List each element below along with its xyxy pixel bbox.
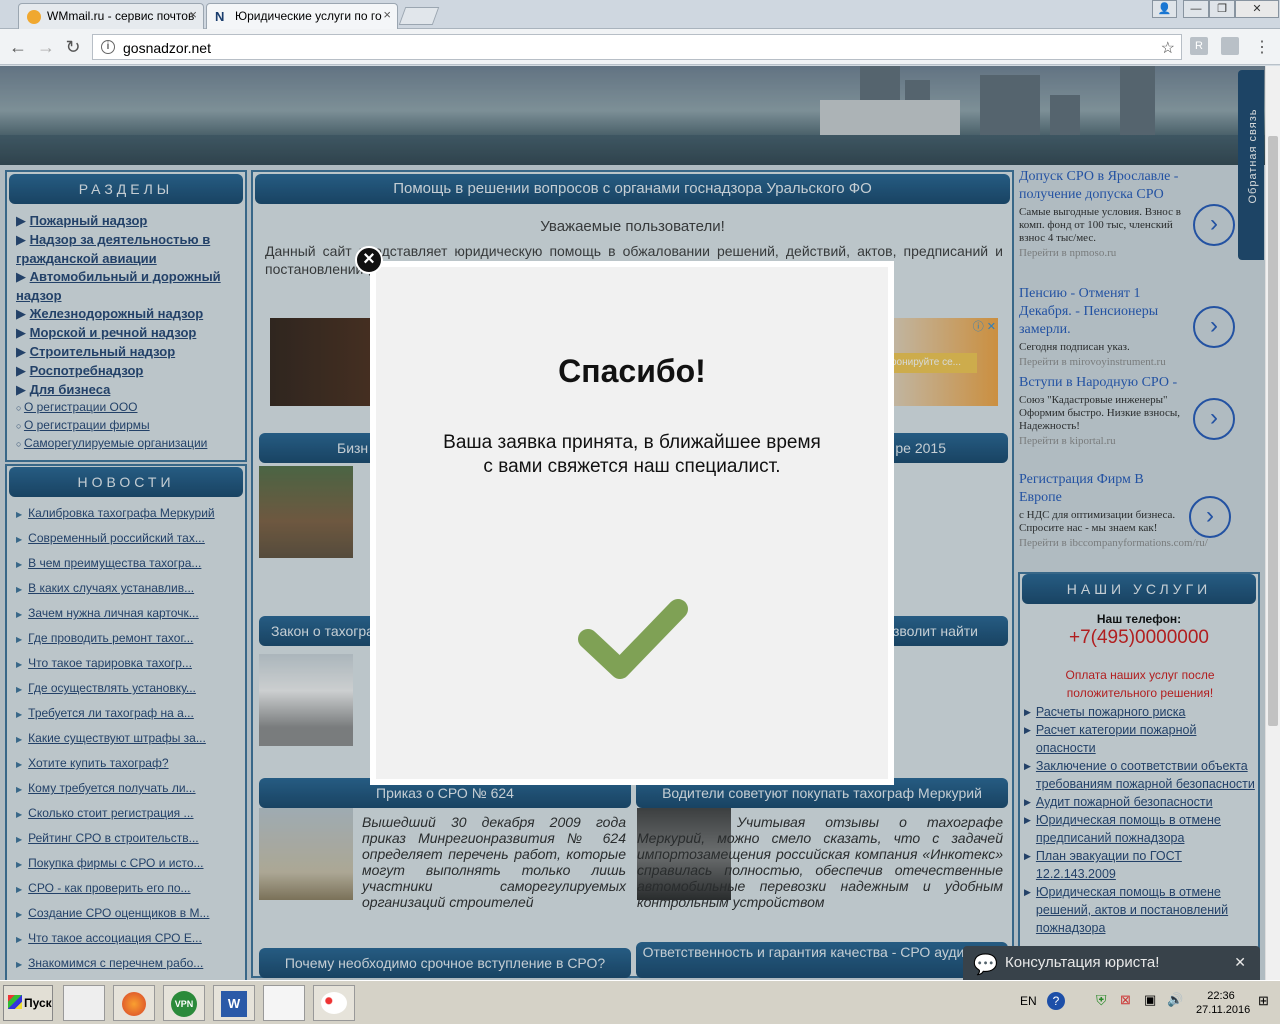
close-tab-icon[interactable]: ×	[189, 7, 197, 22]
browser-toolbar: ← → ↻ i gosnadzor.net ☆ R ⋮	[0, 29, 1280, 65]
menu-icon[interactable]: ⋮	[1252, 37, 1272, 57]
taskbar: Пуск VPN W EN ? ⛨ ⊠ ▣ 🔊 22:36 27.11.2016…	[0, 980, 1280, 1024]
windows-logo-icon	[8, 995, 22, 1009]
volume-icon[interactable]: 🔊	[1167, 992, 1183, 1008]
start-button[interactable]: Пуск	[3, 985, 53, 1021]
monitor-icon[interactable]: ▣	[1144, 992, 1156, 1008]
word-icon[interactable]: W	[213, 985, 255, 1021]
bookmark-star-icon[interactable]: ☆	[1161, 38, 1175, 58]
paint-icon[interactable]	[313, 985, 355, 1021]
profile-icon[interactable]: 👤	[1152, 0, 1177, 18]
clock[interactable]: 22:36 27.11.2016	[1196, 989, 1250, 1017]
modal-title: Спасибо!	[558, 353, 706, 389]
network-icon[interactable]: ⊠	[1120, 992, 1131, 1008]
reload-icon[interactable]: ↻	[63, 37, 83, 58]
close-chat-icon[interactable]: ✕	[1234, 954, 1246, 971]
scrollbar[interactable]	[1265, 66, 1280, 980]
forward-icon[interactable]: →	[36, 37, 56, 58]
minimize-button[interactable]: —	[1183, 0, 1209, 18]
vpn-icon[interactable]: VPN	[163, 985, 205, 1021]
url-text: gosnadzor.net	[123, 40, 211, 56]
maximize-button[interactable]: ❐	[1209, 0, 1235, 18]
new-tab-button[interactable]	[398, 7, 440, 25]
help-icon[interactable]: ?	[1047, 992, 1065, 1010]
show-desktop-icon[interactable]: ⊞	[1258, 993, 1269, 1009]
address-bar[interactable]: i gosnadzor.net ☆	[92, 34, 1182, 60]
chat-widget[interactable]: 💬 Консультация юриста! ✕	[963, 946, 1260, 980]
firefox-icon[interactable]	[113, 985, 155, 1021]
tab-wmmail[interactable]: WMmail.ru - сервис почтов ×	[18, 3, 204, 29]
info-icon[interactable]: i	[101, 40, 115, 54]
scrollbar-thumb[interactable]	[1268, 136, 1278, 726]
language-indicator[interactable]: EN	[1020, 994, 1037, 1008]
close-tab-icon[interactable]: ×	[383, 7, 391, 22]
document-icon[interactable]	[263, 985, 305, 1021]
extension-icon[interactable]: R	[1190, 37, 1208, 55]
tab-gosnadzor[interactable]: N Юридические услуги по го ×	[206, 3, 398, 29]
chat-bubble-icon: 💬	[973, 954, 998, 976]
back-icon[interactable]: ←	[8, 37, 28, 58]
shield-icon[interactable]: ⛨	[1096, 992, 1107, 1009]
modal-message: Ваша заявка принята, в ближайшее время с…	[443, 432, 821, 477]
thank-you-modal: Спасибо! Ваша заявка принята, в ближайше…	[370, 261, 894, 785]
checkmark-icon	[578, 599, 688, 679]
close-modal-button[interactable]: ×	[355, 246, 383, 274]
extension-icon[interactable]	[1221, 37, 1239, 55]
wmmail-favicon-icon	[27, 10, 41, 24]
file-icon[interactable]	[63, 985, 105, 1021]
tab-strip: WMmail.ru - сервис почтов × N Юридически…	[0, 0, 1280, 29]
close-window-button[interactable]: ✕	[1235, 0, 1279, 18]
n-favicon-icon: N	[215, 9, 225, 24]
